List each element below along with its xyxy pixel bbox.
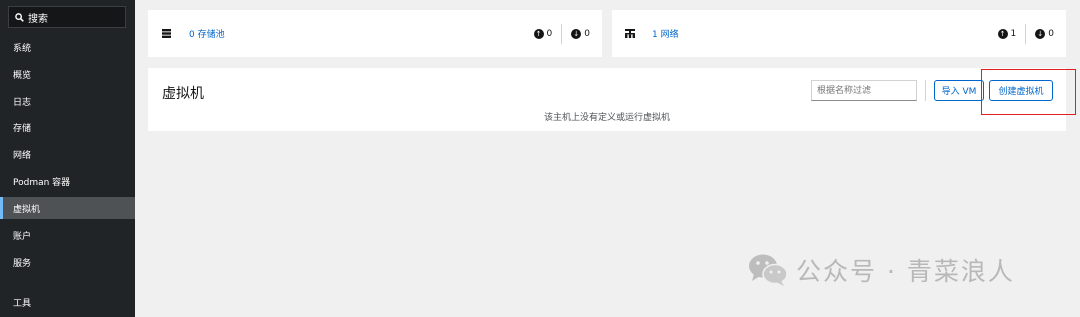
sidebar-item-label: 存储 bbox=[13, 123, 32, 134]
sidebar-item-label: 日志 bbox=[13, 97, 32, 108]
sidebar-item-tools[interactable]: 工具 bbox=[0, 291, 135, 313]
sidebar-item-label: 工具 bbox=[13, 298, 32, 309]
inactive-count-value: 0 bbox=[1048, 28, 1054, 39]
arrow-down-circle-icon: ↓ bbox=[571, 28, 582, 39]
sidebar-item-system[interactable]: 系统 bbox=[0, 36, 135, 58]
watermark-text: 公众号 · 青菜浪人 bbox=[796, 257, 1015, 286]
sidebar-item-label: Podman 容器 bbox=[13, 177, 71, 188]
search-label: 搜索 bbox=[28, 13, 48, 25]
highlight-annotation bbox=[981, 69, 1076, 115]
virtual-machines-panel: 虚拟机 导入 VM 创建虚拟机 该主机上没有定义或运行虚拟机 bbox=[148, 68, 1066, 131]
search-input[interactable]: 搜索 bbox=[8, 6, 126, 28]
sidebar-item-virtual-machines[interactable]: 虚拟机 bbox=[0, 197, 135, 219]
name-filter-input[interactable] bbox=[811, 80, 917, 101]
sidebar-item-label: 系统 bbox=[13, 43, 32, 54]
network-active-count: ↑ 1 bbox=[997, 28, 1017, 39]
arrow-down-circle-icon: ↓ bbox=[1035, 28, 1046, 39]
divider bbox=[925, 80, 926, 101]
arrow-up-circle-icon: ↑ bbox=[533, 28, 544, 39]
page-title: 虚拟机 bbox=[162, 86, 204, 102]
storage-pools-card: 0 存储池 ↑ 0 ↓ 0 bbox=[148, 10, 602, 57]
sidebar-item-logs[interactable]: 日志 bbox=[0, 90, 135, 112]
empty-state-text: 该主机上没有定义或运行虚拟机 bbox=[543, 113, 670, 123]
sidebar-item-accounts[interactable]: 账户 bbox=[0, 224, 135, 246]
import-vm-button[interactable]: 导入 VM bbox=[934, 80, 984, 101]
active-count-value: 1 bbox=[1010, 28, 1017, 39]
search-icon bbox=[15, 12, 24, 22]
divider bbox=[561, 23, 563, 44]
sidebar-item-overview[interactable]: 概览 bbox=[0, 63, 135, 85]
storage-active-count: ↑ 0 bbox=[533, 28, 553, 39]
arrow-up-circle-icon: ↑ bbox=[997, 28, 1008, 39]
network-icon bbox=[625, 29, 635, 38]
sidebar: 搜索 系统 概览 日志 存储 网络 Podman 容器 虚拟机 账户 服务 工具 bbox=[0, 0, 135, 317]
sidebar-item-label: 服务 bbox=[13, 258, 32, 269]
inactive-count-value: 0 bbox=[584, 28, 590, 39]
network-inactive-count: ↓ 0 bbox=[1035, 28, 1054, 39]
sidebar-item-label: 概览 bbox=[13, 70, 32, 81]
storage-pools-link[interactable]: 0 存储池 bbox=[189, 27, 225, 40]
sidebar-item-label: 网络 bbox=[13, 150, 32, 161]
wechat-icon bbox=[749, 254, 788, 286]
networks-card: 1 网络 ↑ 1 ↓ 0 bbox=[612, 10, 1066, 57]
networks-link[interactable]: 1 网络 bbox=[652, 27, 679, 40]
sidebar-item-services[interactable]: 服务 bbox=[0, 251, 135, 273]
storage-icon bbox=[162, 29, 171, 38]
sidebar-item-storage[interactable]: 存储 bbox=[0, 116, 135, 138]
watermark: 公众号 · 青菜浪人 bbox=[748, 252, 1015, 288]
sidebar-item-podman[interactable]: Podman 容器 bbox=[0, 170, 135, 192]
sidebar-item-label: 账户 bbox=[13, 231, 32, 242]
sidebar-item-label: 虚拟机 bbox=[13, 204, 41, 215]
sidebar-item-network[interactable]: 网络 bbox=[0, 143, 135, 165]
divider bbox=[1025, 23, 1027, 44]
active-count-value: 0 bbox=[546, 28, 553, 39]
storage-inactive-count: ↓ 0 bbox=[571, 28, 590, 39]
